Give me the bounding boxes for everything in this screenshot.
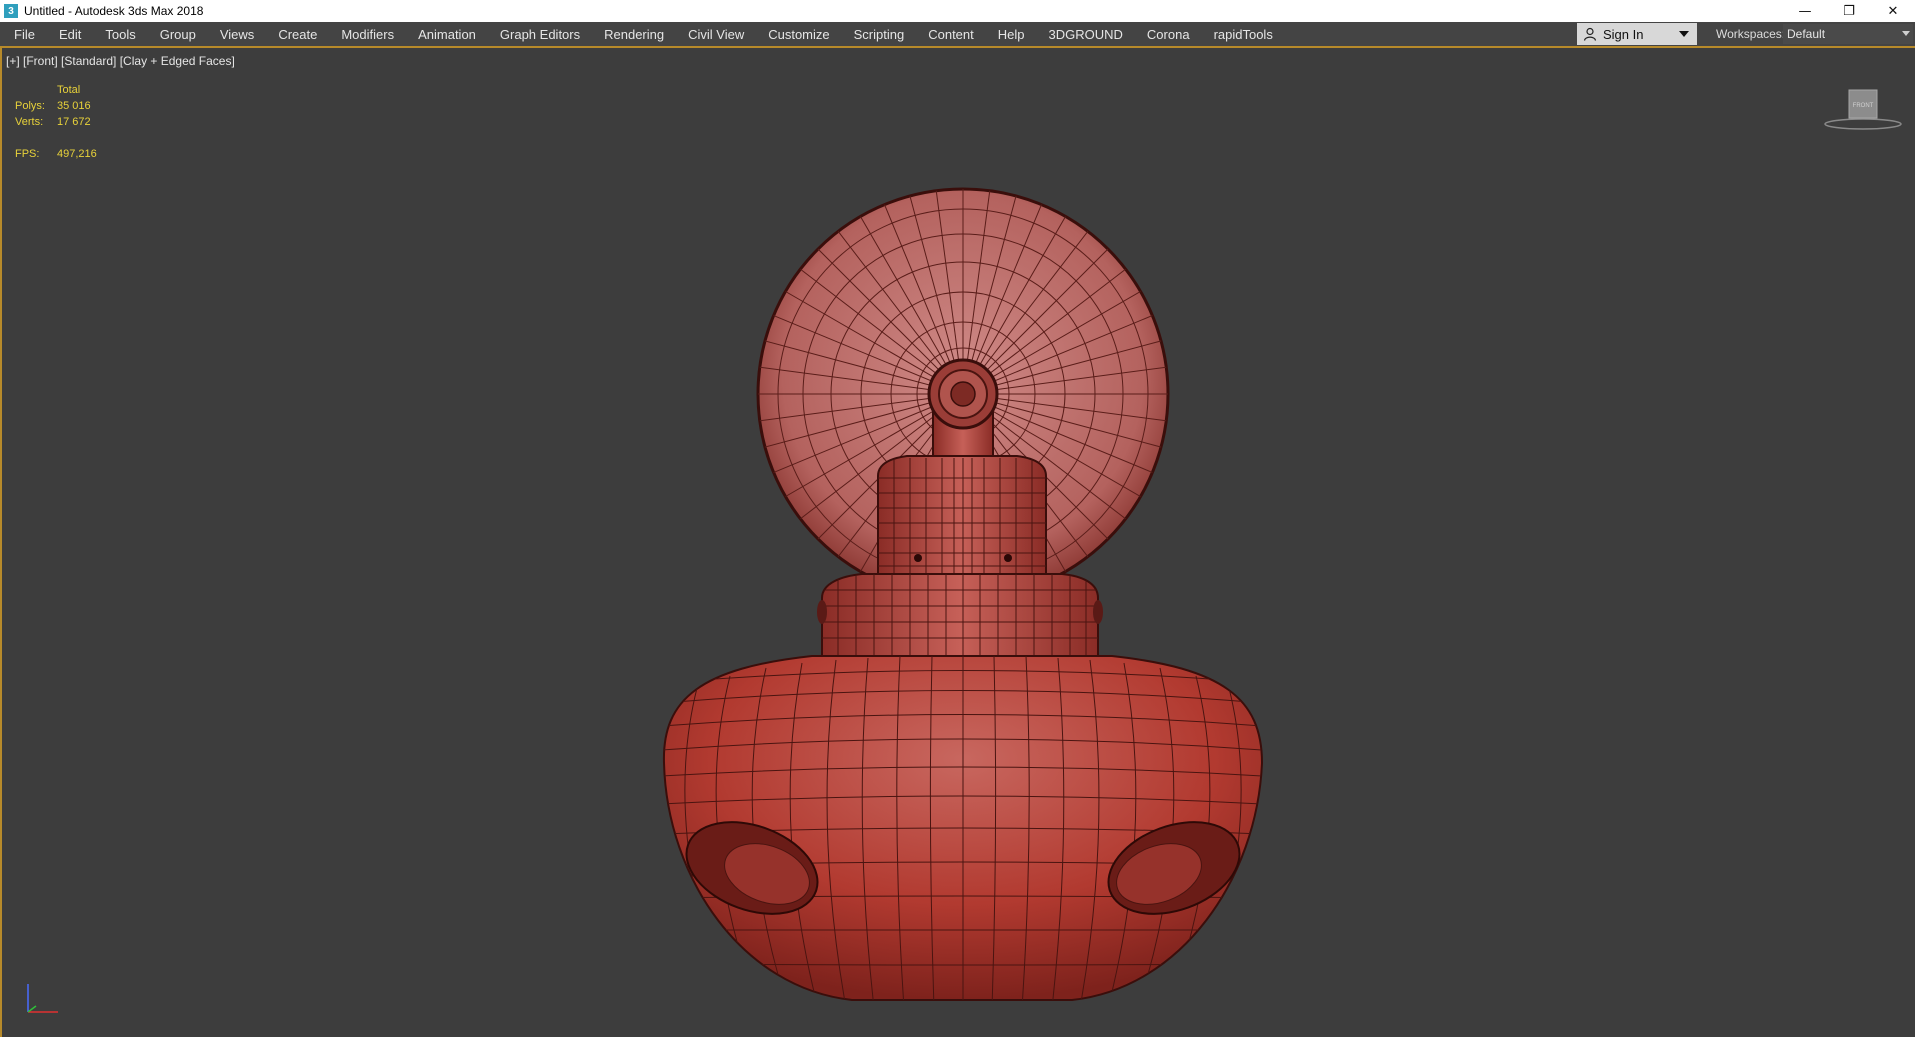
viewcube-face-label: FRONT	[1853, 103, 1874, 109]
user-icon	[1583, 27, 1597, 41]
viewcube-icon[interactable]: FRONT	[1822, 84, 1904, 134]
menu-scripting[interactable]: Scripting	[854, 27, 905, 42]
axis-tripod-icon	[27, 984, 58, 1013]
workspaces-label: Workspaces:	[1716, 27, 1786, 41]
polys-value: 35 016	[57, 100, 91, 112]
sign-in-label: Sign In	[1603, 26, 1644, 42]
menu-graph-editors[interactable]: Graph Editors	[500, 27, 580, 42]
menu-edit[interactable]: Edit	[59, 27, 81, 42]
menu-rendering[interactable]: Rendering	[604, 27, 664, 42]
menu-group[interactable]: Group	[160, 27, 196, 42]
menu-views[interactable]: Views	[220, 27, 254, 42]
menu-civil-view[interactable]: Civil View	[688, 27, 744, 42]
sign-in-dropdown[interactable]: Sign In	[1577, 23, 1697, 45]
lamp-model-mesh[interactable]	[642, 178, 1282, 1008]
chevron-down-icon	[1679, 31, 1689, 37]
fps-label: FPS:	[15, 148, 40, 160]
stats-header: Total	[57, 84, 81, 96]
restore-button[interactable]: ❐	[1827, 0, 1871, 22]
menu-animation[interactable]: Animation	[418, 27, 476, 42]
app-logo-icon: 3	[4, 4, 18, 18]
title-bar: 3 Untitled - Autodesk 3ds Max 2018 — ❐ ✕	[0, 0, 1915, 23]
menu-tools[interactable]: Tools	[105, 27, 135, 42]
polys-label: Polys:	[15, 100, 45, 112]
menu-content[interactable]: Content	[928, 27, 974, 42]
verts-label: Verts:	[15, 116, 44, 128]
minimize-button[interactable]: —	[1783, 0, 1827, 22]
verts-value: 17 672	[57, 116, 91, 128]
menu-corona[interactable]: Corona	[1147, 27, 1190, 42]
menu-bar: File Edit Tools Group Views Create Modif…	[0, 22, 1915, 48]
menu-help[interactable]: Help	[998, 27, 1025, 42]
workspace-value: Default	[1787, 27, 1826, 41]
workspace-select[interactable]: Default	[1783, 24, 1913, 44]
menu-create[interactable]: Create	[278, 27, 317, 42]
close-button[interactable]: ✕	[1871, 0, 1915, 22]
chevron-down-icon	[1902, 31, 1910, 36]
viewport-label-menu[interactable]: [+] [Front] [Standard] [Clay + Edged Fac…	[6, 54, 235, 68]
window-controls: — ❐ ✕	[1783, 0, 1915, 22]
menu-file[interactable]: File	[14, 27, 35, 42]
fps-value: 497,216	[57, 148, 97, 160]
menu-rapidtools[interactable]: rapidTools	[1214, 27, 1273, 42]
menu-customize[interactable]: Customize	[768, 27, 829, 42]
menu-modifiers[interactable]: Modifiers	[341, 27, 394, 42]
window-title: Untitled - Autodesk 3ds Max 2018	[24, 4, 204, 18]
viewport-front[interactable]: [+] [Front] [Standard] [Clay + Edged Fac…	[0, 48, 1915, 1037]
menu-3dground[interactable]: 3DGROUND	[1049, 27, 1123, 42]
